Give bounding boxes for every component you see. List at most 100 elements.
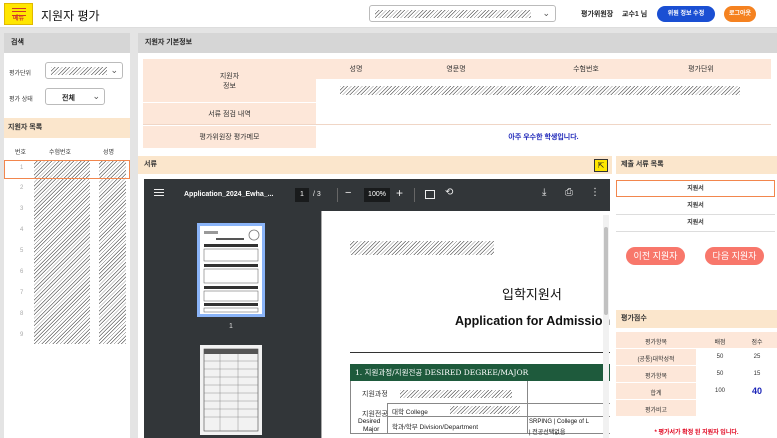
submitted-docs-heading: 제출 서류 목록	[616, 156, 777, 174]
unit-label: 평가단위	[9, 71, 32, 77]
prev-applicant-button[interactable]: 이전 지원자	[626, 247, 685, 265]
user-name: 교수1 님	[622, 11, 648, 18]
divider	[337, 188, 338, 202]
info-heading: 지원자 기본정보	[138, 33, 777, 53]
score-header: 평가항목 배점 점수	[616, 332, 777, 348]
page-thumbnail[interactable]	[197, 223, 265, 317]
memo-value: 아주 우수한 학생입니다.	[508, 134, 579, 141]
score-row: (공통)대학성적 50 25	[616, 349, 777, 365]
divider	[527, 381, 528, 434]
score-note-row: 평가비고	[616, 400, 777, 416]
college-label: 대학 College	[392, 409, 428, 416]
redacted-college	[450, 406, 520, 414]
program-label: 지원과정	[362, 390, 388, 398]
list-item[interactable]: 9	[4, 327, 130, 344]
list-item[interactable]: 2	[4, 180, 130, 197]
chevron-down-icon: ⌄	[110, 65, 118, 75]
score-heading: 평가점수	[616, 310, 777, 328]
program-sub: | 전공선택없음	[529, 430, 566, 436]
thumbnail-sidebar: 1	[144, 211, 321, 438]
list-item[interactable]: 3	[4, 201, 130, 218]
evaluation-select[interactable]: ⌄	[369, 5, 556, 22]
menu-label: 메뉴	[12, 16, 25, 22]
zoom-in-icon[interactable]: +	[396, 186, 403, 200]
col-exam-id: 수험번호	[49, 150, 72, 156]
selected-row-highlight	[4, 160, 130, 179]
col-exam-id: 수험번호	[573, 66, 599, 73]
col-number: 번호	[15, 150, 27, 156]
col-unit: 평가단위	[688, 66, 714, 73]
page-total: / 3	[313, 191, 321, 198]
unit-select[interactable]: ⌄	[45, 62, 123, 79]
list-item[interactable]: 4	[4, 222, 130, 239]
document-title-ko: 입학지원서	[502, 288, 562, 303]
state-value: 전체	[62, 95, 75, 102]
major-label-en: Major	[363, 426, 380, 433]
state-select[interactable]: 전체 ⌄	[45, 88, 105, 105]
zoom-input[interactable]: 100%	[364, 188, 390, 202]
expand-icon[interactable]: ⇱	[594, 159, 608, 172]
redacted-applicant-data	[340, 86, 740, 95]
applicant-list-heading: 지원자 목록	[4, 118, 130, 138]
page-thumbnail[interactable]	[200, 345, 262, 435]
zoom-out-icon[interactable]: −	[345, 187, 351, 199]
rotate-icon[interactable]: ⟲	[445, 187, 453, 198]
next-applicant-button[interactable]: 다음 지원자	[705, 247, 764, 265]
doc-check-label: 서류 점검 내역	[143, 103, 316, 125]
search-heading: 검색	[4, 33, 130, 53]
doc-item[interactable]: 지원서	[616, 198, 775, 215]
doc-item[interactable]: 지원서	[616, 215, 775, 232]
top-bar: 메뉴 지원자 평가 ⌄ 평가위원장 교수1 님 위원 정보 수정 로그아웃	[0, 0, 777, 28]
major-label-en: Desired	[358, 418, 381, 425]
chevron-down-icon: ⌄	[542, 8, 550, 18]
more-options-icon[interactable]: ⋮	[590, 187, 600, 198]
menu-button[interactable]: 메뉴	[4, 3, 33, 25]
applicant-list: 1 2 3 4 5 6 7 8 9	[4, 160, 130, 344]
list-item[interactable]: 7	[4, 285, 130, 302]
page-title: 지원자 평가	[41, 9, 100, 23]
scrollbar-thumb[interactable]	[604, 227, 608, 315]
doc-check-value	[316, 103, 771, 125]
documents-heading: 서류	[138, 156, 612, 174]
memo-label: 평가위원장 평가메모	[143, 126, 316, 148]
pdf-filename: Application_2024_Ewha_...	[184, 191, 274, 198]
col-name: 성명	[103, 150, 115, 156]
pdf-viewer: Application_2024_Ewha_... 1 / 3 − 100% +…	[144, 179, 610, 438]
list-item[interactable]: 8	[4, 306, 130, 323]
department-label: 학과/학부 Division/Department	[392, 424, 479, 431]
thumbnail-preview	[203, 229, 260, 313]
scrollbar[interactable]	[603, 215, 609, 438]
list-header: 번호 수험번호 성명	[4, 143, 130, 159]
score-row: 평가항목 50 15	[616, 366, 777, 382]
menu-icon[interactable]	[154, 189, 164, 196]
redacted-value	[51, 67, 107, 75]
thumbnail-label: 1	[229, 323, 233, 330]
list-item[interactable]: 5	[4, 243, 130, 260]
col-english-name: 영문명	[446, 66, 466, 73]
redacted-header	[350, 241, 494, 255]
pdf-page: 입학지원서 Application for Admission 1. 지원과정/…	[321, 211, 610, 438]
doc-item[interactable]: 지원서	[616, 180, 775, 197]
col-name: 성명	[349, 66, 363, 73]
redacted-program	[400, 390, 512, 398]
list-item[interactable]: 6	[4, 264, 130, 281]
print-icon[interactable]: ⎙	[565, 187, 573, 198]
fit-page-icon[interactable]	[425, 190, 435, 199]
page-number-input[interactable]: 1	[295, 188, 309, 202]
left-panel: 검색 평가단위 ⌄ 평가 상태 전체 ⌄ 지원자 목록 번호 수험번호 성명 1…	[4, 33, 130, 438]
document-title-en: Application for Admission	[455, 314, 610, 328]
applicant-info-label: 지원자 정보	[143, 59, 316, 102]
state-label: 평가 상태	[9, 97, 33, 103]
download-icon[interactable]: ⤓	[542, 187, 546, 198]
edit-profile-button[interactable]: 위원 정보 수정	[657, 6, 715, 22]
score-note: * 평가서가 확정 된 지원자 입니다.	[654, 430, 739, 436]
score-total-row: 합계 100 40	[616, 383, 777, 399]
logout-button[interactable]: 로그아웃	[724, 6, 756, 22]
divider	[414, 188, 415, 202]
divider	[350, 352, 610, 353]
user-role: 평가위원장	[581, 11, 614, 18]
pdf-toolbar: Application_2024_Ewha_... 1 / 3 − 100% +…	[144, 179, 610, 211]
chevron-down-icon: ⌄	[92, 91, 100, 101]
main-panel: 지원자 기본정보 지원자 정보 성명 영문명 수험번호 평가단위 서류 점검 내…	[138, 33, 777, 438]
redacted-value	[375, 10, 531, 18]
